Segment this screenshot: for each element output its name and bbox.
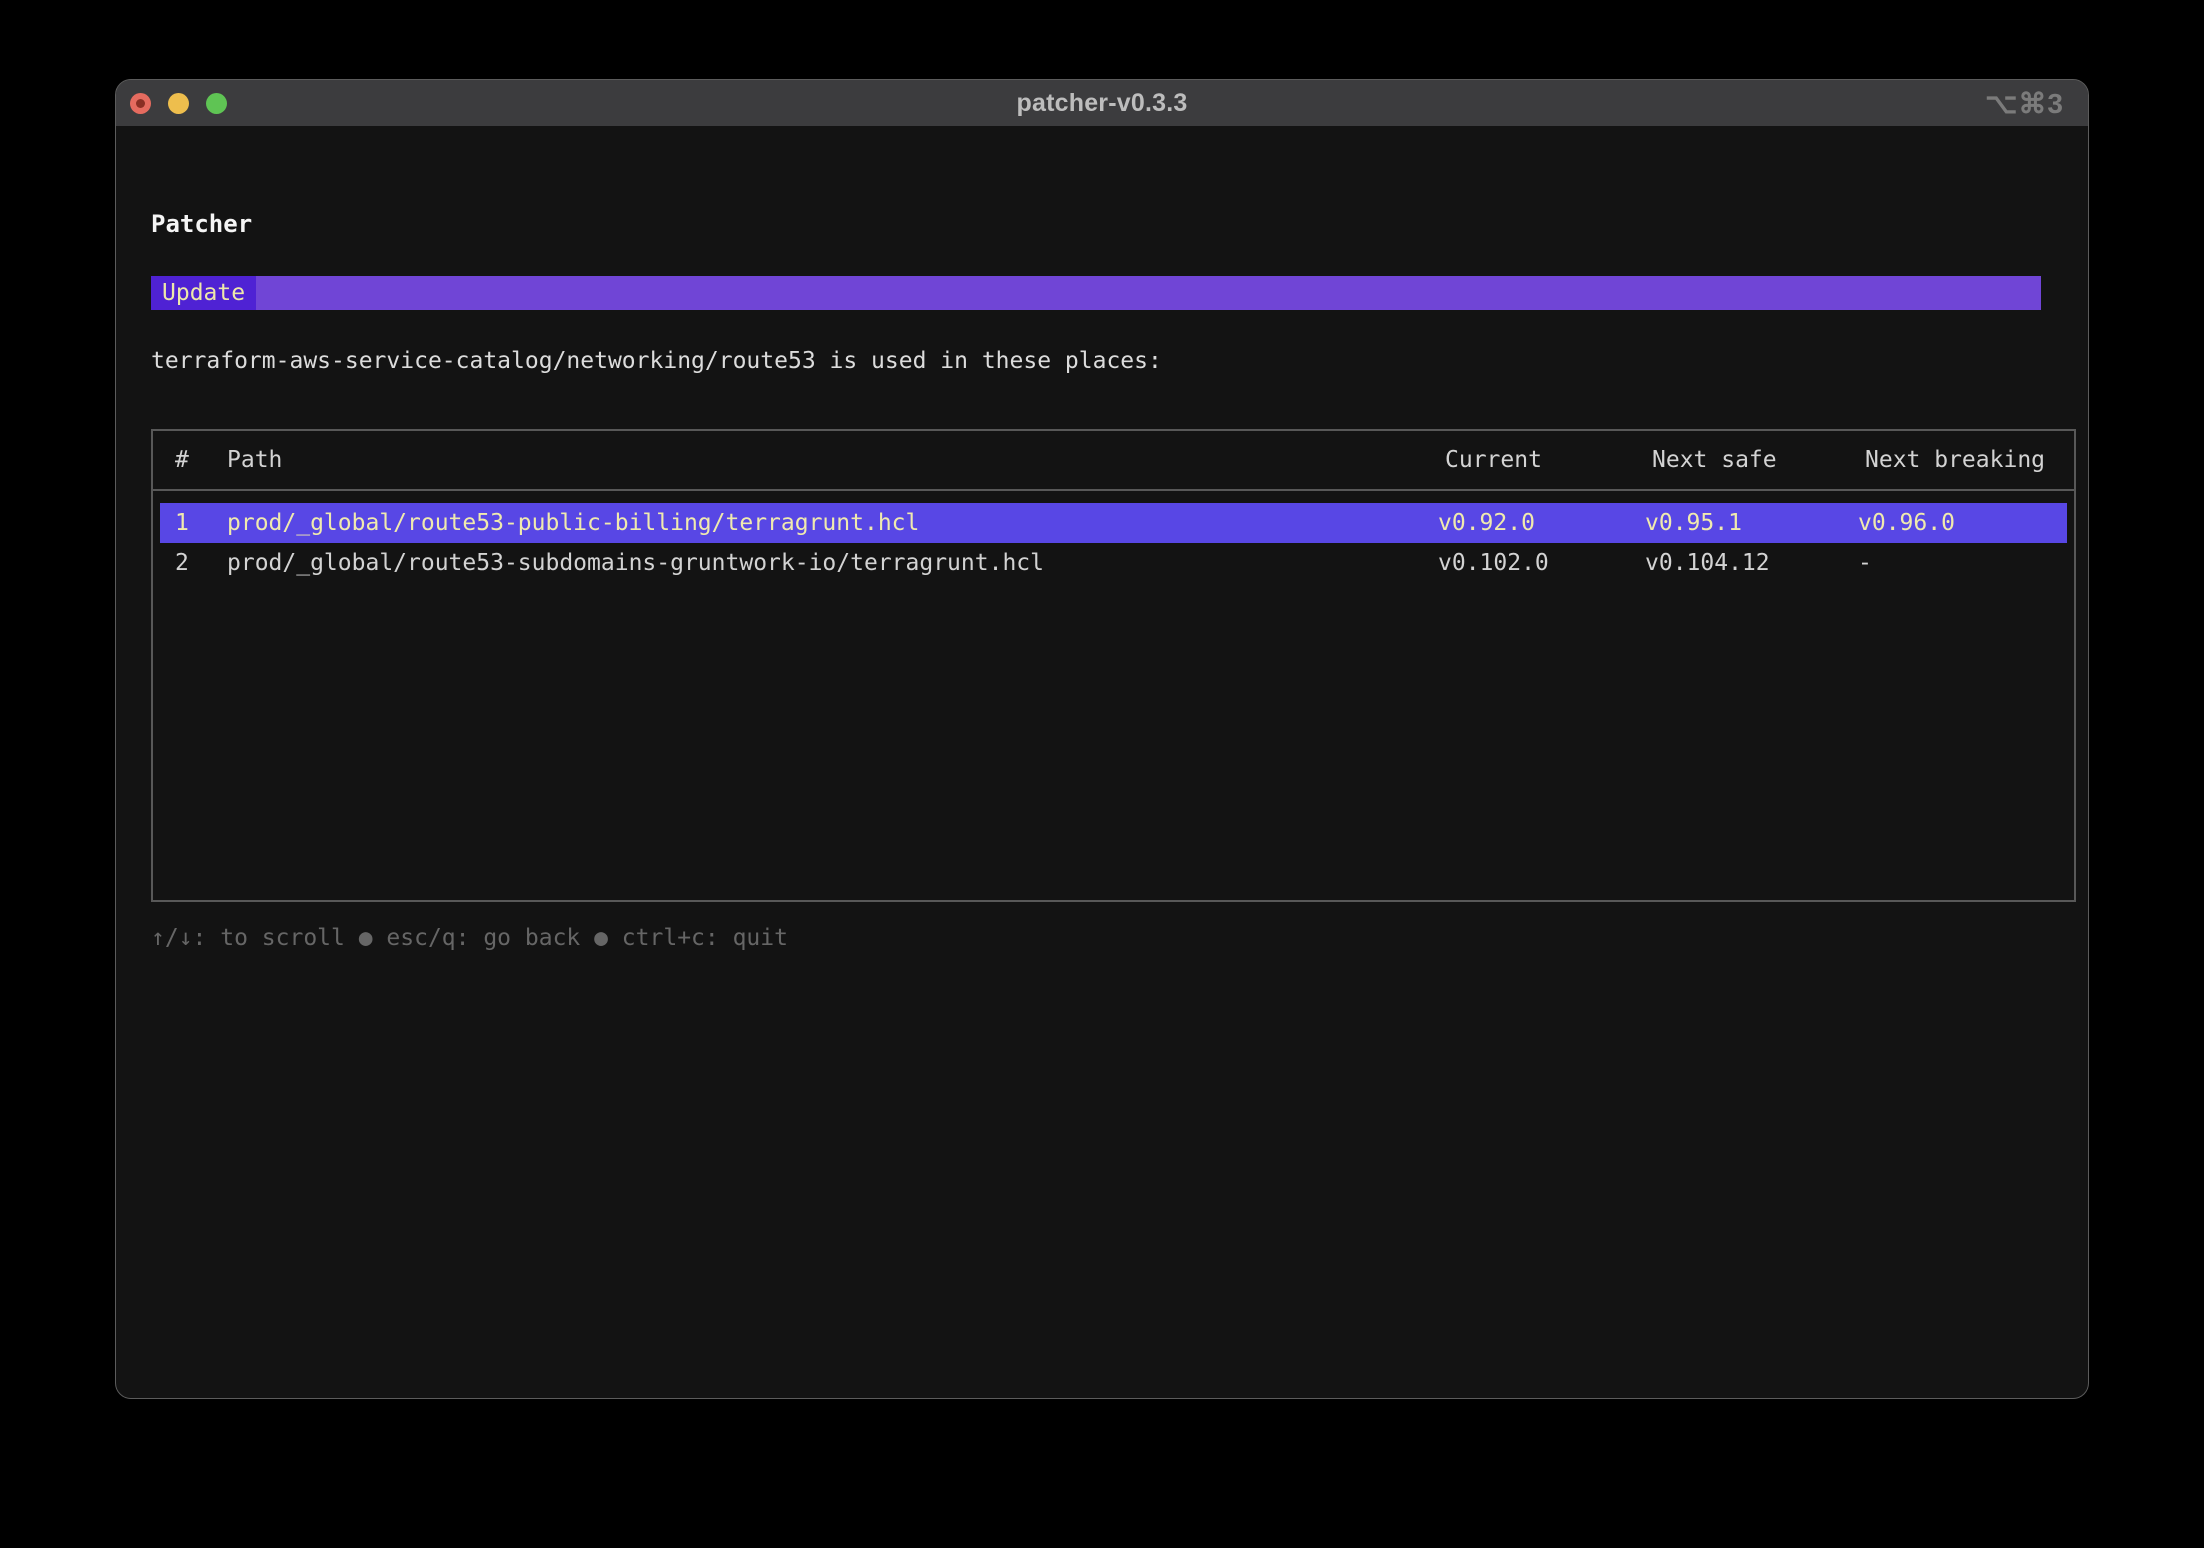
cell-next-breaking: -	[1858, 543, 2067, 583]
cell-num: 1	[175, 503, 227, 543]
cell-next-safe: v0.104.12	[1645, 543, 1858, 583]
header-current: Current	[1445, 447, 1652, 473]
tab-update[interactable]: Update	[151, 276, 256, 310]
zoom-button[interactable]	[206, 93, 227, 114]
cell-next-safe: v0.95.1	[1645, 503, 1858, 543]
titlebar[interactable]: patcher-v0.3.3 ⌥⌘3	[116, 80, 2088, 126]
traffic-lights	[130, 80, 227, 126]
table-body: 1 prod/_global/route53-public-billing/te…	[153, 491, 2074, 583]
cell-num: 2	[175, 543, 227, 583]
header-next-breaking: Next breaking	[1865, 447, 2074, 473]
tab-bar: Update	[151, 276, 2041, 310]
terminal-content: Patcher Update terraform-aws-service-cat…	[116, 126, 2088, 951]
cell-current: v0.102.0	[1438, 543, 1645, 583]
usage-line: terraform-aws-service-catalog/networking…	[151, 349, 2088, 373]
window-shortcut-badge: ⌥⌘3	[1985, 80, 2064, 126]
header-next-safe: Next safe	[1652, 447, 1865, 473]
table-row[interactable]: 1 prod/_global/route53-public-billing/te…	[160, 503, 2067, 543]
header-path: Path	[227, 447, 1445, 473]
app-heading: Patcher	[151, 211, 2088, 237]
cell-current: v0.92.0	[1438, 503, 1645, 543]
unsaved-indicator-dot	[136, 99, 145, 108]
cell-path: prod/_global/route53-subdomains-gruntwor…	[227, 543, 1438, 583]
minimize-button[interactable]	[168, 93, 189, 114]
table-header-row: # Path Current Next safe Next breaking	[153, 431, 2074, 491]
window-title: patcher-v0.3.3	[1017, 89, 1188, 118]
close-button[interactable]	[130, 93, 151, 114]
places-table: # Path Current Next safe Next breaking 1…	[151, 429, 2076, 902]
terminal-window: patcher-v0.3.3 ⌥⌘3 Patcher Update terraf…	[115, 79, 2089, 1399]
help-bar: ↑/↓: to scroll ● esc/q: go back ● ctrl+c…	[151, 925, 2088, 951]
cell-next-breaking: v0.96.0	[1858, 503, 2067, 543]
header-num: #	[175, 447, 227, 473]
cell-path: prod/_global/route53-public-billing/terr…	[227, 503, 1438, 543]
table-row[interactable]: 2 prod/_global/route53-subdomains-gruntw…	[160, 543, 2067, 583]
